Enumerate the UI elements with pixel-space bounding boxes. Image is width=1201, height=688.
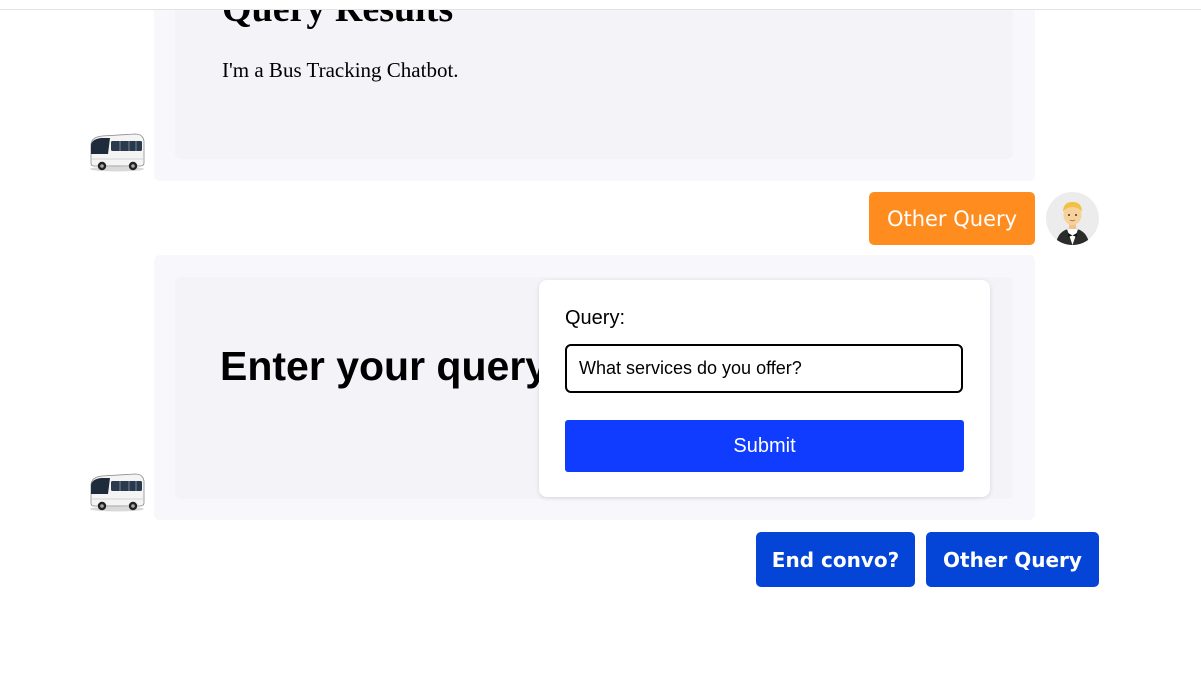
user-avatar <box>1046 192 1099 245</box>
bot-message-results: Query Results I'm a Bus Tracking Chatbot… <box>154 0 1035 181</box>
bot-message-query-form: Enter your query Query: Submit <box>154 255 1035 520</box>
end-convo-button[interactable]: End convo? <box>756 532 915 587</box>
bus-icon <box>90 473 145 512</box>
query-input[interactable] <box>565 344 963 393</box>
bus-icon <box>90 133 145 172</box>
viewport-top-edge <box>0 0 1201 10</box>
enter-query-heading: Enter your query <box>220 343 549 389</box>
other-query-button[interactable]: Other Query <box>926 532 1099 587</box>
query-form: Query: Submit <box>539 280 990 497</box>
results-text: I'm a Bus Tracking Chatbot. <box>222 58 459 82</box>
results-card: Query Results I'm a Bus Tracking Chatbot… <box>175 0 1013 159</box>
other-query-reply-button[interactable]: Other Query <box>869 192 1035 245</box>
man-in-tuxedo-icon <box>1056 202 1089 245</box>
query-label: Query: <box>565 307 626 329</box>
submit-button[interactable]: Submit <box>565 420 964 472</box>
